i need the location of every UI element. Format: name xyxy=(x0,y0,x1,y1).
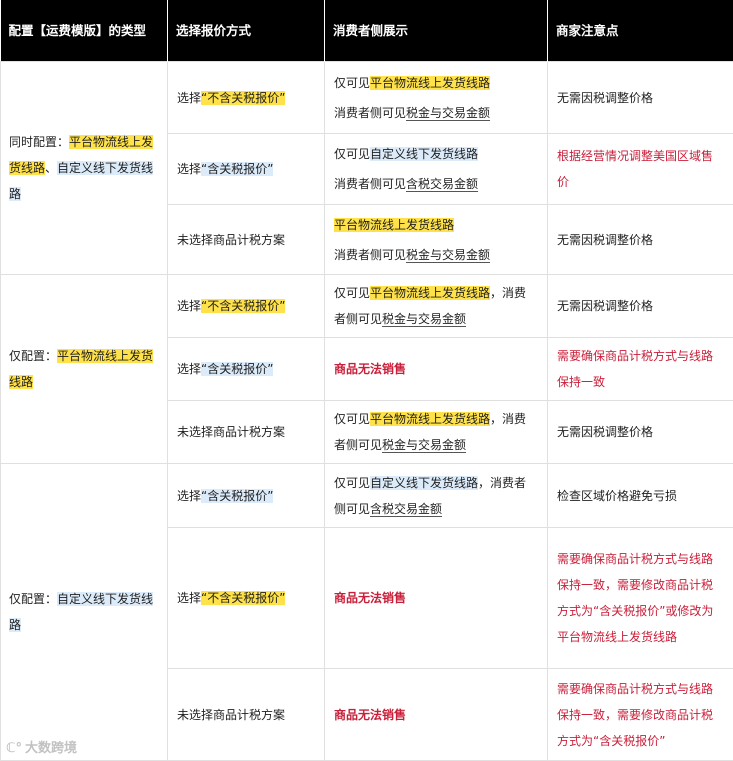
table-row: 同时配置：平台物流线上发货线路、自定义线下发货线路 选择“不含关税报价” 仅可见… xyxy=(0,61,733,275)
consumer-display-cell: 商品无法销售 xyxy=(324,668,548,761)
pricing-method-cell: 选择“含关税报价” xyxy=(167,133,325,205)
table-row: 仅配置：平台物流线上发货线路 选择“不含关税报价” 仅可见平台物流线上发货线路，… xyxy=(0,274,733,464)
merchant-note-cell: 需要确保商品计税方式与线路保持一致 xyxy=(547,337,733,401)
shipping-config-table: 配置【运费模版】的类型 选择报价方式 消费者侧展示 商家注意点 同时配置：平台物… xyxy=(0,0,733,761)
consumer-display-cell: 商品无法销售 xyxy=(324,337,548,401)
pricing-method-cell: 未选择商品计税方案 xyxy=(167,204,325,275)
consumer-display-cell: 仅可见自定义线下发货线路 消费者侧可见含税交易金额 xyxy=(324,133,548,205)
group-label: 仅配置：自定义线下发货线路 xyxy=(0,463,168,761)
header-row: 配置【运费模版】的类型 选择报价方式 消费者侧展示 商家注意点 xyxy=(0,0,733,62)
group-label: 同时配置：平台物流线上发货线路、自定义线下发货线路 xyxy=(0,61,168,275)
consumer-display-cell: 商品无法销售 xyxy=(324,527,548,669)
display-line: 仅可见平台物流线上发货线路 xyxy=(334,75,491,90)
header-pricing-method: 选择报价方式 xyxy=(167,0,325,62)
pricing-method-cell: 未选择商品计税方案 xyxy=(167,668,325,761)
consumer-display-cell: 仅可见平台物流线上发货线路，消费者侧可见税金与交易金额 xyxy=(324,400,548,464)
group-label: 仅配置：平台物流线上发货线路 xyxy=(0,274,168,464)
display-line: 消费者侧可见税金与交易金额 xyxy=(334,105,491,120)
pricing-method-cell: 选择“不含关税报价” xyxy=(167,527,325,669)
display-line: 平台物流线上发货线路 xyxy=(334,217,455,232)
consumer-display-cell: 平台物流线上发货线路 消费者侧可见税金与交易金额 xyxy=(324,204,548,275)
pricing-method-cell: 选择“不含关税报价” xyxy=(167,274,325,338)
display-line: 消费者侧可见税金与交易金额 xyxy=(334,247,491,262)
header-merchant-notes: 商家注意点 xyxy=(547,0,733,62)
pricing-method-cell: 选择“含关税报价” xyxy=(167,337,325,401)
display-line: 消费者侧可见含税交易金额 xyxy=(334,177,479,191)
header-template-type: 配置【运费模版】的类型 xyxy=(0,0,168,62)
merchant-note-cell: 无需因税调整价格 xyxy=(547,274,733,338)
merchant-note-cell: 需要确保商品计税方式与线路保持一致，需要修改商品计税方式为“含关税报价”或修改为… xyxy=(547,527,733,669)
pricing-method-cell: 选择“不含关税报价” xyxy=(167,61,325,134)
pricing-method-cell: 选择“含关税报价” xyxy=(167,463,325,528)
merchant-note-cell: 需要确保商品计税方式与线路保持一致，需要修改商品计税方式为“含关税报价” xyxy=(547,668,733,761)
merchant-note-cell: 检查区域价格避免亏损 xyxy=(547,463,733,528)
merchant-note-cell: 无需因税调整价格 xyxy=(547,204,733,275)
consumer-display-cell: 仅可见平台物流线上发货线路，消费者侧可见税金与交易金额 xyxy=(324,274,548,338)
display-line: 仅可见自定义线下发货线路 xyxy=(334,147,479,161)
merchant-note-cell: 无需因税调整价格 xyxy=(547,400,733,464)
pricing-method-cell: 未选择商品计税方案 xyxy=(167,400,325,464)
watermark: ℂ° 大数跨境 xyxy=(6,741,78,756)
header-consumer-display: 消费者侧展示 xyxy=(324,0,548,62)
merchant-note-cell: 根据经营情况调整美国区域售价 xyxy=(547,133,733,205)
merchant-note-cell: 无需因税调整价格 xyxy=(547,61,733,134)
consumer-display-cell: 仅可见自定义线下发货线路，消费者侧可见含税交易金额 xyxy=(324,463,548,528)
table-row: 仅配置：自定义线下发货线路 选择“含关税报价” 仅可见自定义线下发货线路，消费者… xyxy=(0,463,733,761)
logo-icon: ℂ° xyxy=(6,741,23,756)
consumer-display-cell: 仅可见平台物流线上发货线路 消费者侧可见税金与交易金额 xyxy=(324,61,548,134)
